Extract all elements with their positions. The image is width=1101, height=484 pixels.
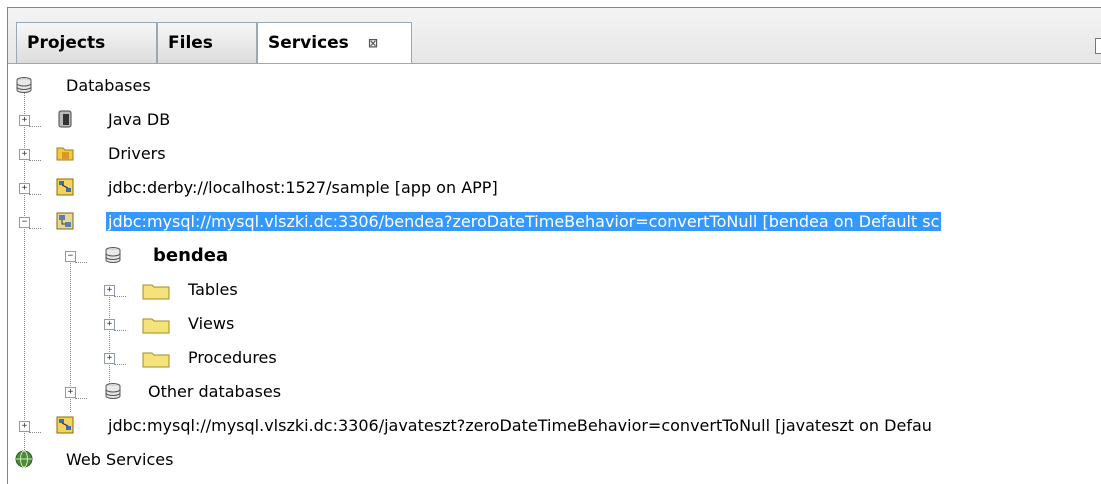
tree-node-label: bendea <box>153 245 229 266</box>
tab-files-label: Files <box>168 33 213 53</box>
tree-node-label: Web Services <box>66 450 174 469</box>
tree-node-label: Drivers <box>108 144 166 163</box>
collapse-icon[interactable]: − <box>19 217 30 228</box>
tree-node-databases[interactable]: Databases <box>8 70 1101 104</box>
folder-icon <box>142 318 170 334</box>
tab-bar: Projects Files Services ⊠ <box>8 8 1101 64</box>
tree-node-web-services[interactable]: Web Services <box>8 444 1101 478</box>
tree-node-mysql-bendea-connection[interactable]: − jdbc:mysql://mysql.vlszki.dc:3306/bend… <box>8 206 1101 240</box>
folder-icon <box>142 352 170 368</box>
tree-node-label: jdbc:derby://localhost:1527/sample [app … <box>108 178 498 197</box>
expand-icon[interactable]: + <box>19 115 30 126</box>
expand-icon[interactable]: + <box>19 149 30 160</box>
tree-node-java-db[interactable]: + Java DB <box>8 104 1101 138</box>
expand-icon[interactable]: + <box>65 387 76 398</box>
connection-broken-icon <box>56 416 74 434</box>
tree-node-label: Procedures <box>188 348 277 367</box>
expand-icon[interactable]: + <box>104 285 115 296</box>
database-icon <box>16 77 32 93</box>
tree-node-tables[interactable]: + Tables <box>8 274 1101 308</box>
tab-projects[interactable]: Projects <box>16 22 157 63</box>
tab-services[interactable]: Services ⊠ <box>257 22 412 64</box>
connection-icon <box>56 212 74 230</box>
database-icon <box>105 383 121 399</box>
tree-node-label: jdbc:mysql://mysql.vlszki.dc:3306/javate… <box>108 416 932 435</box>
tree-node-label: Tables <box>188 280 238 299</box>
tree-node-label: Java DB <box>108 110 171 129</box>
tree-node-derby-connection[interactable]: + jdbc:derby://localhost:1527/sample [ap… <box>8 172 1101 206</box>
tree-node-label: Other databases <box>148 382 282 401</box>
folder-icon <box>142 284 170 300</box>
expand-icon[interactable]: + <box>19 421 30 432</box>
drivers-folder-icon <box>56 147 74 161</box>
expand-icon[interactable]: + <box>19 183 30 194</box>
schema-icon <box>105 247 121 263</box>
services-tree[interactable]: Databases + Java DB + Drivers + jdbc:der… <box>8 64 1101 484</box>
tree-node-other-databases[interactable]: + Other databases <box>8 376 1101 410</box>
connection-broken-icon <box>56 178 74 196</box>
tree-node-drivers[interactable]: + Drivers <box>8 138 1101 172</box>
tree-node-views[interactable]: + Views <box>8 308 1101 342</box>
tree-node-schema-bendea[interactable]: − bendea <box>8 240 1101 274</box>
tree-node-label: Views <box>188 314 235 333</box>
tab-projects-label: Projects <box>27 33 106 53</box>
tree-node-procedures[interactable]: + Procedures <box>8 342 1101 376</box>
services-window: Projects Files Services ⊠ Databases + Ja… <box>7 7 1101 484</box>
tree-node-mysql-javateszt-connection[interactable]: + jdbc:mysql://mysql.vlszki.dc:3306/java… <box>8 410 1101 444</box>
minimize-window-icon[interactable] <box>1095 38 1101 54</box>
java-db-icon <box>58 110 72 128</box>
tab-services-label: Services <box>268 33 349 53</box>
tree-node-label: Databases <box>66 76 151 95</box>
expand-icon[interactable]: + <box>104 353 115 364</box>
web-services-icon <box>15 450 33 468</box>
expand-icon[interactable]: + <box>104 319 115 330</box>
collapse-icon[interactable]: − <box>65 251 76 262</box>
close-tab-icon[interactable]: ⊠ <box>368 23 378 63</box>
tab-files[interactable]: Files <box>157 22 257 63</box>
tree-node-label: jdbc:mysql://mysql.vlszki.dc:3306/bendea… <box>106 212 942 231</box>
